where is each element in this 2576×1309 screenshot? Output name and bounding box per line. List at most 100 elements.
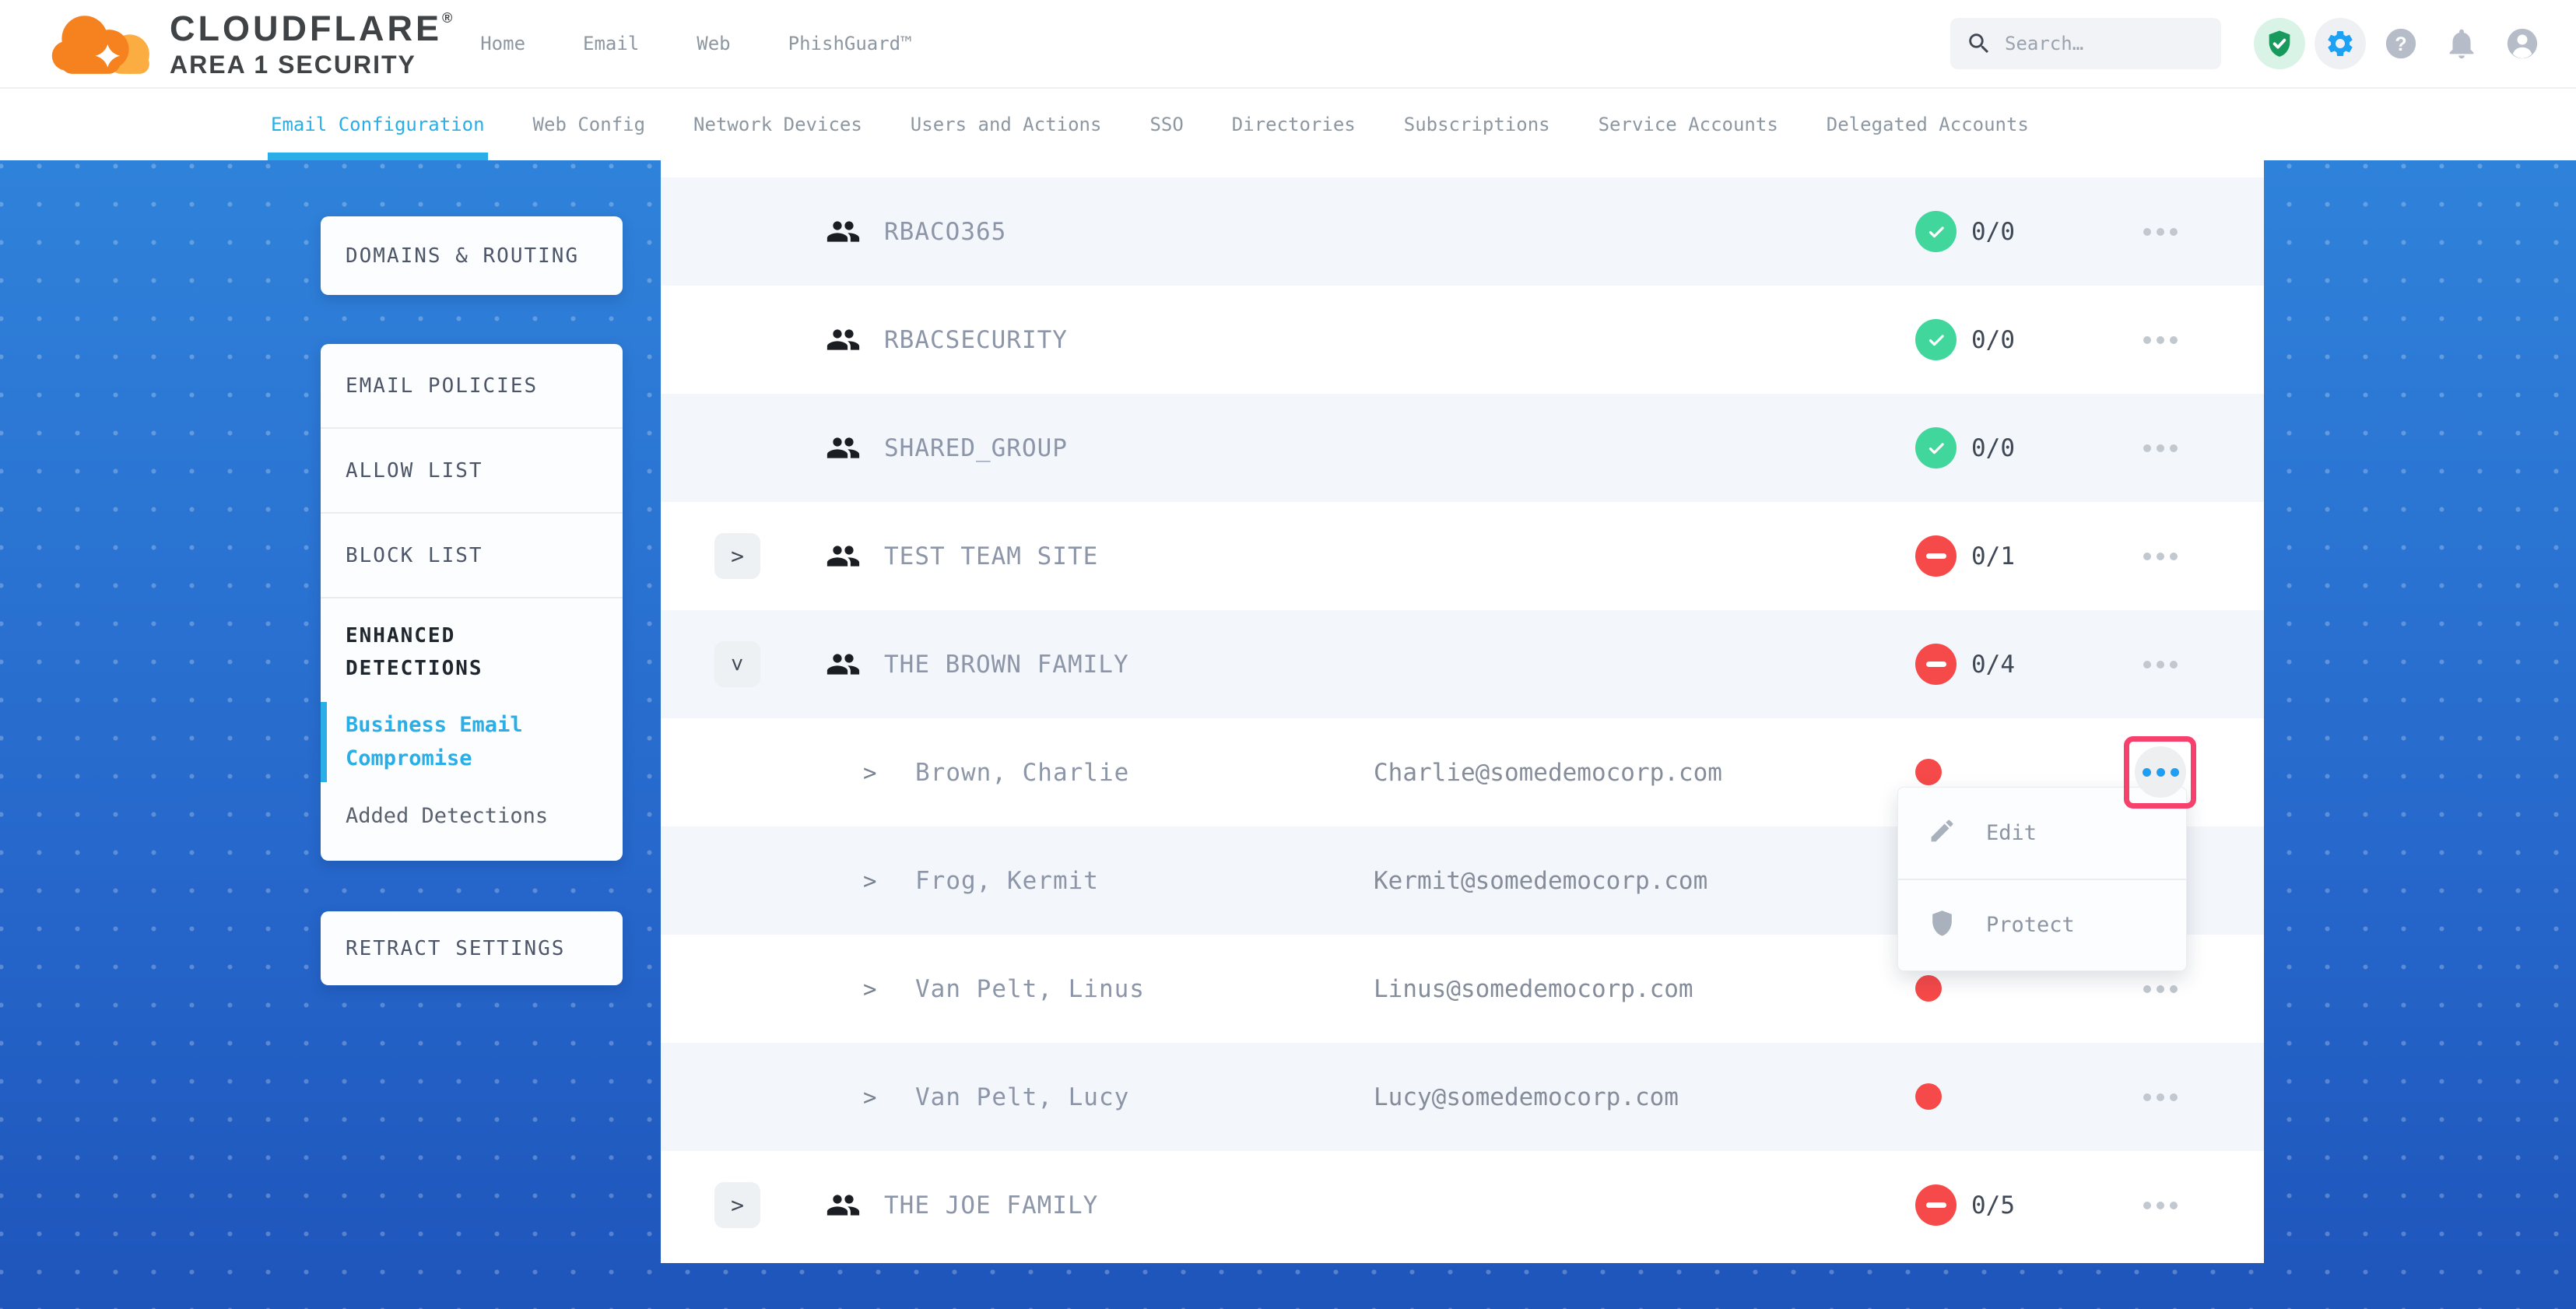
settings-gear-icon[interactable] (2315, 18, 2366, 69)
tab-web-config[interactable]: Web Config (533, 89, 646, 160)
member-name: Van Pelt, Linus (915, 975, 1145, 1003)
protected-count: 0/4 (1971, 651, 2015, 679)
member-chevron-icon: > (863, 976, 876, 1002)
group-people-icon (826, 430, 861, 465)
row-actions-menu-button[interactable] (2143, 220, 2178, 244)
brand-tagline: AREA 1 SECURITY (170, 52, 452, 77)
status-ok-badge (1915, 427, 1957, 469)
row-actions-menu-button[interactable] (2143, 1194, 2178, 1217)
groups-table: RBACO365 0/0 RBACSECURITY 0/0 SHARED_GRO… (661, 160, 2264, 1259)
tab-delegated-accounts[interactable]: Delegated Accounts (1827, 89, 2029, 160)
group-name: THE JOE FAMILY (884, 1191, 1098, 1220)
sidebar-card-domains-routing[interactable]: DOMAINS & ROUTING (321, 216, 623, 295)
groups-table-panel: RBACO365 0/0 RBACSECURITY 0/0 SHARED_GRO… (661, 160, 2264, 1263)
primary-nav: Home Email Web PhishGuard™ (480, 33, 911, 54)
retract-settings-label: RETRACT SETTINGS (346, 937, 565, 960)
collapse-group-button[interactable]: > (714, 641, 760, 687)
row-actions-menu-button[interactable] (2135, 746, 2186, 798)
member-name: Van Pelt, Lucy (915, 1083, 1129, 1111)
member-chevron-icon: > (863, 868, 876, 894)
svg-text:?: ? (2395, 33, 2406, 55)
group-people-icon (826, 647, 861, 682)
row-actions-menu-button[interactable] (2143, 977, 2178, 1001)
status-ok-badge (1915, 319, 1957, 360)
expand-group-button[interactable]: > (714, 1182, 760, 1228)
sidebar-item-business-email-compromise[interactable]: Business Email Compromise (346, 708, 579, 775)
member-email: Linus@somedemocorp.com (1374, 975, 1693, 1003)
member-email: Charlie@somedemocorp.com (1374, 759, 1722, 787)
tab-subscriptions[interactable]: Subscriptions (1404, 89, 1550, 160)
group-people-icon (826, 322, 861, 357)
menu-item-edit[interactable]: Edit (1898, 788, 2186, 879)
row-actions-menu-button[interactable] (2143, 653, 2178, 676)
nav-web[interactable]: Web (697, 33, 730, 54)
sidebar-item-block-list[interactable]: BLOCK LIST (321, 514, 623, 598)
member-email: Kermit@somedemocorp.com (1374, 867, 1707, 895)
nav-home[interactable]: Home (480, 33, 525, 54)
sidebar-item-email-policies[interactable]: EMAIL POLICIES (321, 344, 623, 429)
group-row: THE BROWN FAMILY 0/4 > (661, 610, 2264, 718)
tab-users-and-actions[interactable]: Users and Actions (911, 89, 1102, 160)
shield-icon (1928, 908, 1957, 942)
secondary-nav: Email Configuration Web Config Network Dev… (0, 89, 2576, 160)
tab-directories[interactable]: Directories (1232, 89, 1356, 160)
group-name: SHARED_GROUP (884, 434, 1068, 462)
status-blocked-badge (1915, 535, 1957, 577)
nav-email[interactable]: Email (583, 33, 639, 54)
row-actions-menu-button[interactable] (2143, 437, 2178, 460)
status-blocked-badge (1915, 1184, 1957, 1226)
search-box[interactable] (1950, 18, 2221, 69)
sidebar-item-allow-list[interactable]: ALLOW LIST (321, 429, 623, 514)
nav-phishguard[interactable]: PhishGuard™ (788, 33, 912, 54)
status-ok-badge (1915, 211, 1957, 252)
pencil-icon (1928, 816, 1957, 851)
group-name: RBACO365 (884, 218, 1006, 246)
row-actions-menu-button[interactable] (2143, 328, 2178, 352)
menu-item-label: Protect (1986, 913, 2075, 937)
expand-group-button[interactable]: > (714, 533, 760, 579)
group-row: THE JOE FAMILY 0/5 > (661, 1151, 2264, 1259)
help-icon[interactable]: ? (2375, 18, 2427, 69)
status-blocked-badge (1915, 644, 1957, 685)
search-input[interactable] (2005, 33, 2206, 54)
group-row: RBACO365 0/0 (661, 177, 2264, 286)
group-name: TEST TEAM SITE (884, 542, 1098, 570)
tab-service-accounts[interactable]: Service Accounts (1599, 89, 1778, 160)
registered-mark: ® (442, 10, 452, 26)
menu-item-protect[interactable]: Protect (1898, 879, 2186, 970)
content-background: DOMAINS & ROUTING EMAIL POLICIESALLOW LI… (0, 160, 2576, 1309)
header-icon-group: ? (2254, 18, 2548, 69)
member-chevron-icon: > (863, 760, 876, 786)
group-row: RBACSECURITY 0/0 (661, 286, 2264, 394)
user-avatar-icon[interactable] (2497, 18, 2548, 69)
protected-count: 0/0 (1971, 326, 2015, 354)
cloudflare-cloud-icon (50, 12, 157, 75)
row-context-menu: Edit Protect (1897, 787, 2187, 971)
row-actions-menu-button[interactable] (2143, 1086, 2178, 1109)
brand-name: CLOUDFLARE® (170, 11, 452, 46)
row-actions-menu-button[interactable] (2143, 545, 2178, 568)
notifications-bell-icon[interactable] (2436, 18, 2487, 69)
member-chevron-icon: > (863, 1084, 876, 1111)
protected-count: 0/5 (1971, 1191, 2015, 1220)
status-dot-red (1915, 1083, 1942, 1110)
sidebar-card-policies: EMAIL POLICIESALLOW LISTBLOCK LIST ENHAN… (321, 344, 623, 861)
cloudflare-logo: CLOUDFLARE® AREA 1 SECURITY (50, 11, 452, 77)
search-icon (1966, 30, 1992, 57)
menu-item-label: Edit (1986, 821, 2037, 845)
tab-network-devices[interactable]: Network Devices (693, 89, 862, 160)
group-people-icon (826, 214, 861, 249)
member-name: Brown, Charlie (915, 759, 1129, 787)
enhanced-detections-section: ENHANCED DETECTIONS Business Email Compr… (321, 598, 623, 833)
group-people-icon (826, 539, 861, 574)
tab-email-configuration[interactable]: Email Configuration (271, 89, 485, 160)
group-row: SHARED_GROUP 0/0 (661, 394, 2264, 502)
member-email: Lucy@somedemocorp.com (1374, 1083, 1679, 1111)
sidebar-item-added-detections[interactable]: Added Detections (346, 799, 579, 833)
group-row: TEST TEAM SITE 0/1 > (661, 502, 2264, 610)
tab-sso[interactable]: SSO (1149, 89, 1183, 160)
enhanced-detections-title: ENHANCED DETECTIONS (346, 620, 579, 685)
app-root: CLOUDFLARE® AREA 1 SECURITY Home Email Web… (0, 0, 2576, 1309)
shield-check-icon[interactable] (2254, 18, 2305, 69)
sidebar-card-retract-settings[interactable]: RETRACT SETTINGS (321, 911, 623, 985)
